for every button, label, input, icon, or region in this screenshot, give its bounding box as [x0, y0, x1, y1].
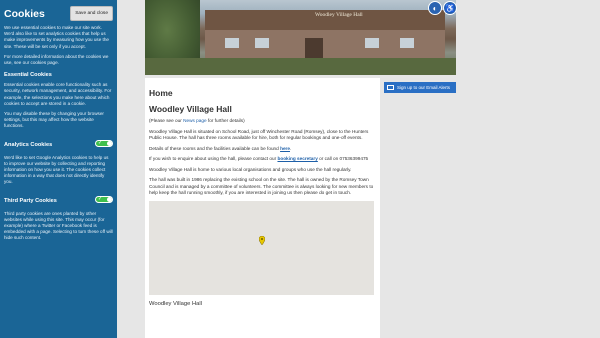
breadcrumb: Home — [149, 88, 173, 98]
toggle-knob — [107, 141, 112, 147]
analytics-cookies-row: Analytics Cookies ✓ — [4, 136, 113, 152]
accessibility-icon[interactable]: ♿ — [443, 1, 457, 15]
save-and-close-button[interactable]: Save and close — [70, 6, 113, 21]
toggle-knob — [107, 197, 112, 203]
contrast-icon[interactable]: ◐ — [428, 1, 442, 15]
organisations-paragraph: Woodley Village Hall is home to various … — [149, 166, 352, 172]
rooms-suffix: . — [289, 145, 292, 151]
third-party-cookies-heading: Third Party Cookies — [4, 197, 57, 204]
signup-label: Sign up to our Email Alerts — [397, 85, 451, 90]
essential-cookies-text: Essential cookies enable core functional… — [4, 82, 112, 106]
check-icon: ✓ — [98, 196, 103, 203]
map-caption: Woodley Village Hall — [149, 300, 202, 307]
news-note: (Please see our News page for further de… — [149, 118, 376, 125]
rooms-here-link[interactable]: here — [280, 146, 290, 151]
enquire-paragraph: If you wish to enquire about using the h… — [149, 156, 376, 163]
hero-window — [400, 38, 414, 48]
analytics-cookies-heading: Analytics Cookies — [4, 141, 53, 148]
news-note-prefix: (Please see our — [149, 118, 184, 123]
third-party-cookies-row: Third Party Cookies ✓ — [4, 192, 113, 208]
analytics-cookies-text: We'd like to set Google Analytics cookie… — [4, 154, 109, 185]
cookie-panel-title: Cookies — [4, 8, 45, 20]
email-alerts-signup-button[interactable]: Sign up to our Email Alerts — [384, 82, 456, 93]
hero-window — [255, 38, 269, 48]
hero-sign: Woodley Village Hall — [315, 12, 363, 18]
hero-window — [225, 38, 239, 48]
cookie-intro-text: We use essential cookies to make our sit… — [4, 25, 109, 49]
news-note-suffix: for further details) — [206, 118, 245, 123]
envelope-icon — [387, 85, 394, 90]
booking-secretary-link[interactable]: booking secretary — [277, 156, 317, 161]
enquire-text: If you wish to enquire about using the h… — [149, 156, 278, 161]
cookie-more-info-text: For more detailed information about the … — [4, 53, 109, 66]
history-paragraph: The hall was built in 1986 replacing the… — [149, 177, 374, 195]
rooms-paragraph: Details of these rooms and the facilitie… — [149, 146, 376, 153]
check-icon: ✓ — [98, 140, 103, 147]
news-page-link[interactable]: News page — [183, 118, 206, 123]
analytics-cookies-toggle[interactable]: ✓ — [95, 140, 113, 148]
essential-cookies-text-2: You may disable these by changing your b… — [4, 111, 104, 129]
cookie-panel: Cookies Save and close We use essential … — [0, 0, 117, 338]
page-title: Woodley Village Hall — [149, 104, 232, 114]
hero-window — [365, 38, 379, 48]
enquire-suffix: or call on 07536399475 — [317, 156, 369, 161]
third-party-cookies-toggle[interactable]: ✓ — [95, 196, 113, 204]
cookie-panel-header: Cookies Save and close — [4, 6, 113, 21]
location-map[interactable] — [149, 200, 374, 295]
essential-cookies-heading: Essential Cookies — [4, 72, 52, 79]
third-party-cookies-text: Third party cookies are ones planted by … — [4, 210, 113, 241]
intro-paragraph: Woodley Village Hall is situated on Scho… — [149, 128, 369, 141]
map-pin-icon[interactable] — [259, 235, 265, 245]
hero-image: Woodley Village Hall — [145, 0, 456, 75]
hero-door — [305, 38, 323, 58]
hero-grass — [145, 58, 456, 75]
main-content: Home Woodley Village Hall (Please see ou… — [145, 78, 380, 338]
rooms-text: Details of these rooms and the facilitie… — [149, 145, 281, 151]
